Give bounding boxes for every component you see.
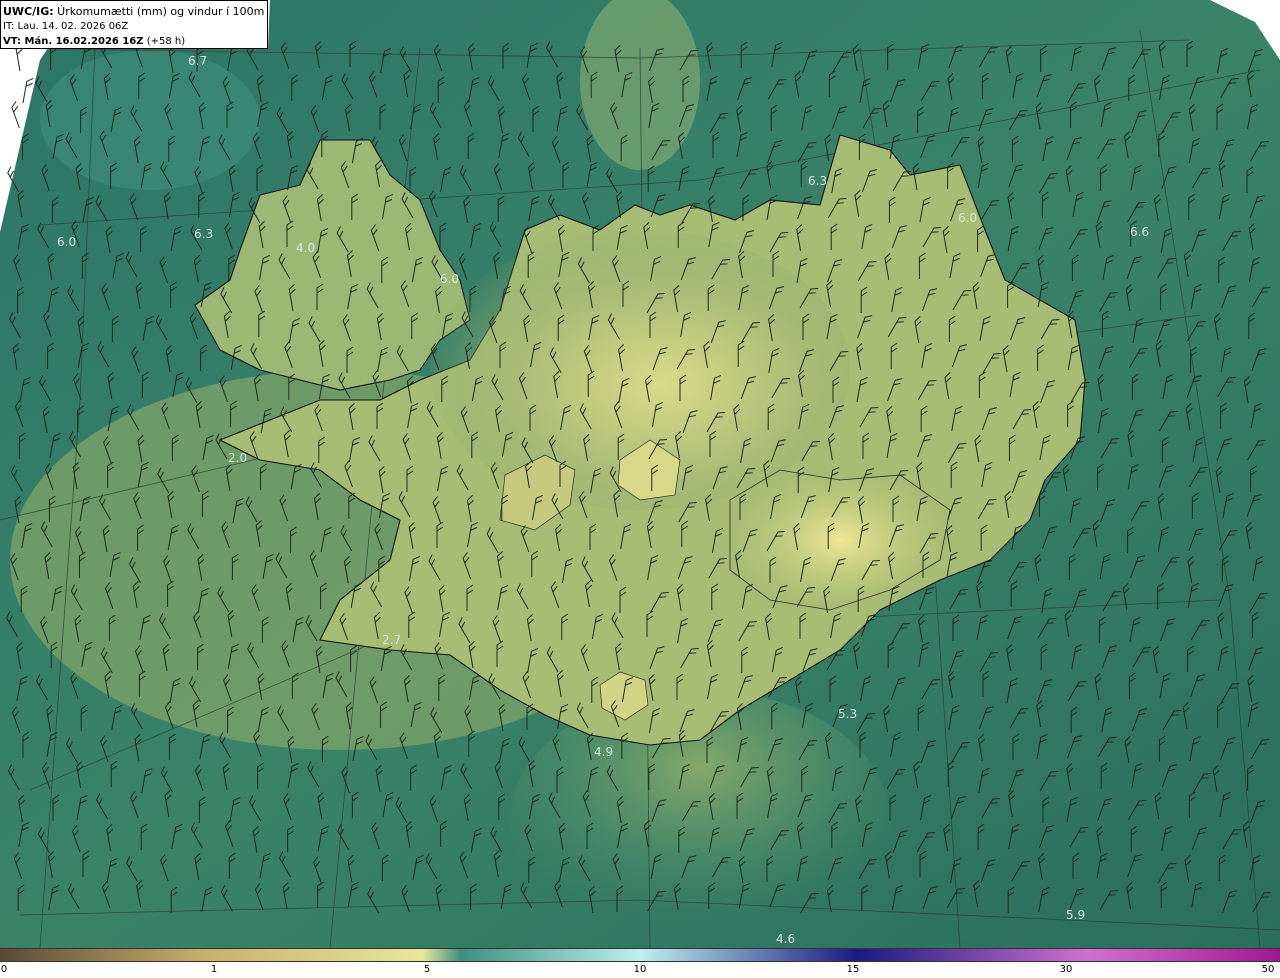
- valid-time: VT: Mán. 16.02.2026 16Z: [3, 36, 144, 47]
- parameter-label: Úrkomumætti (mm) og vindur í 100m hæð: [57, 5, 267, 18]
- map-value-label: 5.3: [838, 707, 857, 721]
- map-value-label: 4.0: [296, 241, 315, 255]
- map-title-box: UWC/IG: Úrkomumætti (mm) og vindur í 100…: [0, 0, 268, 49]
- colorbar-tick-label: 10: [633, 964, 647, 975]
- colorbar-tick-label: 30: [1059, 964, 1073, 975]
- colorbar-tick-label: 0: [0, 964, 8, 975]
- precipitation-wind-map: 6.7 6.0 6.3 4.0 6.0 6.3 6.0 6.6 2.0 2.7 …: [0, 0, 1280, 948]
- colorbar-gradient: [0, 948, 1280, 962]
- valid-time-line: VT: Mán. 16.02.2026 16Z (+58 h): [3, 34, 263, 48]
- colorbar-tick-label: 1: [210, 964, 218, 975]
- title-line-1: UWC/IG: Úrkomumætti (mm) og vindur í 100…: [3, 4, 267, 19]
- map-value-label: 2.7: [382, 633, 401, 647]
- map-value-label: 6.3: [808, 174, 827, 188]
- map-value-label: 6.7: [188, 54, 207, 68]
- forecast-hour: (+58 h): [143, 36, 186, 47]
- map-value-label: 4.6: [776, 932, 795, 946]
- map-value-label: 6.0: [57, 235, 76, 249]
- colorbar-tick-label: 50: [1261, 964, 1275, 975]
- colorbar: 0 1 5 10 15 30 50: [0, 948, 1280, 978]
- map-value-label: 6.0: [958, 211, 977, 225]
- colorbar-tick-label: 5: [423, 964, 431, 975]
- colorbar-tick-label: 15: [846, 964, 860, 975]
- map-value-label: 5.9: [1066, 908, 1085, 922]
- map-value-label: 6.3: [194, 227, 213, 241]
- map-value-label: 4.9: [594, 745, 613, 759]
- map-value-label: 2.0: [228, 451, 247, 465]
- map-value-label: 6.6: [1130, 225, 1149, 239]
- weather-map-window: 6.7 6.0 6.3 4.0 6.0 6.3 6.0 6.6 2.0 2.7 …: [0, 0, 1280, 978]
- map-value-label: 6.0: [440, 272, 459, 286]
- model-label: UWC/IG:: [3, 5, 54, 18]
- initial-time: IT: Lau. 14. 02. 2026 06Z: [3, 21, 129, 32]
